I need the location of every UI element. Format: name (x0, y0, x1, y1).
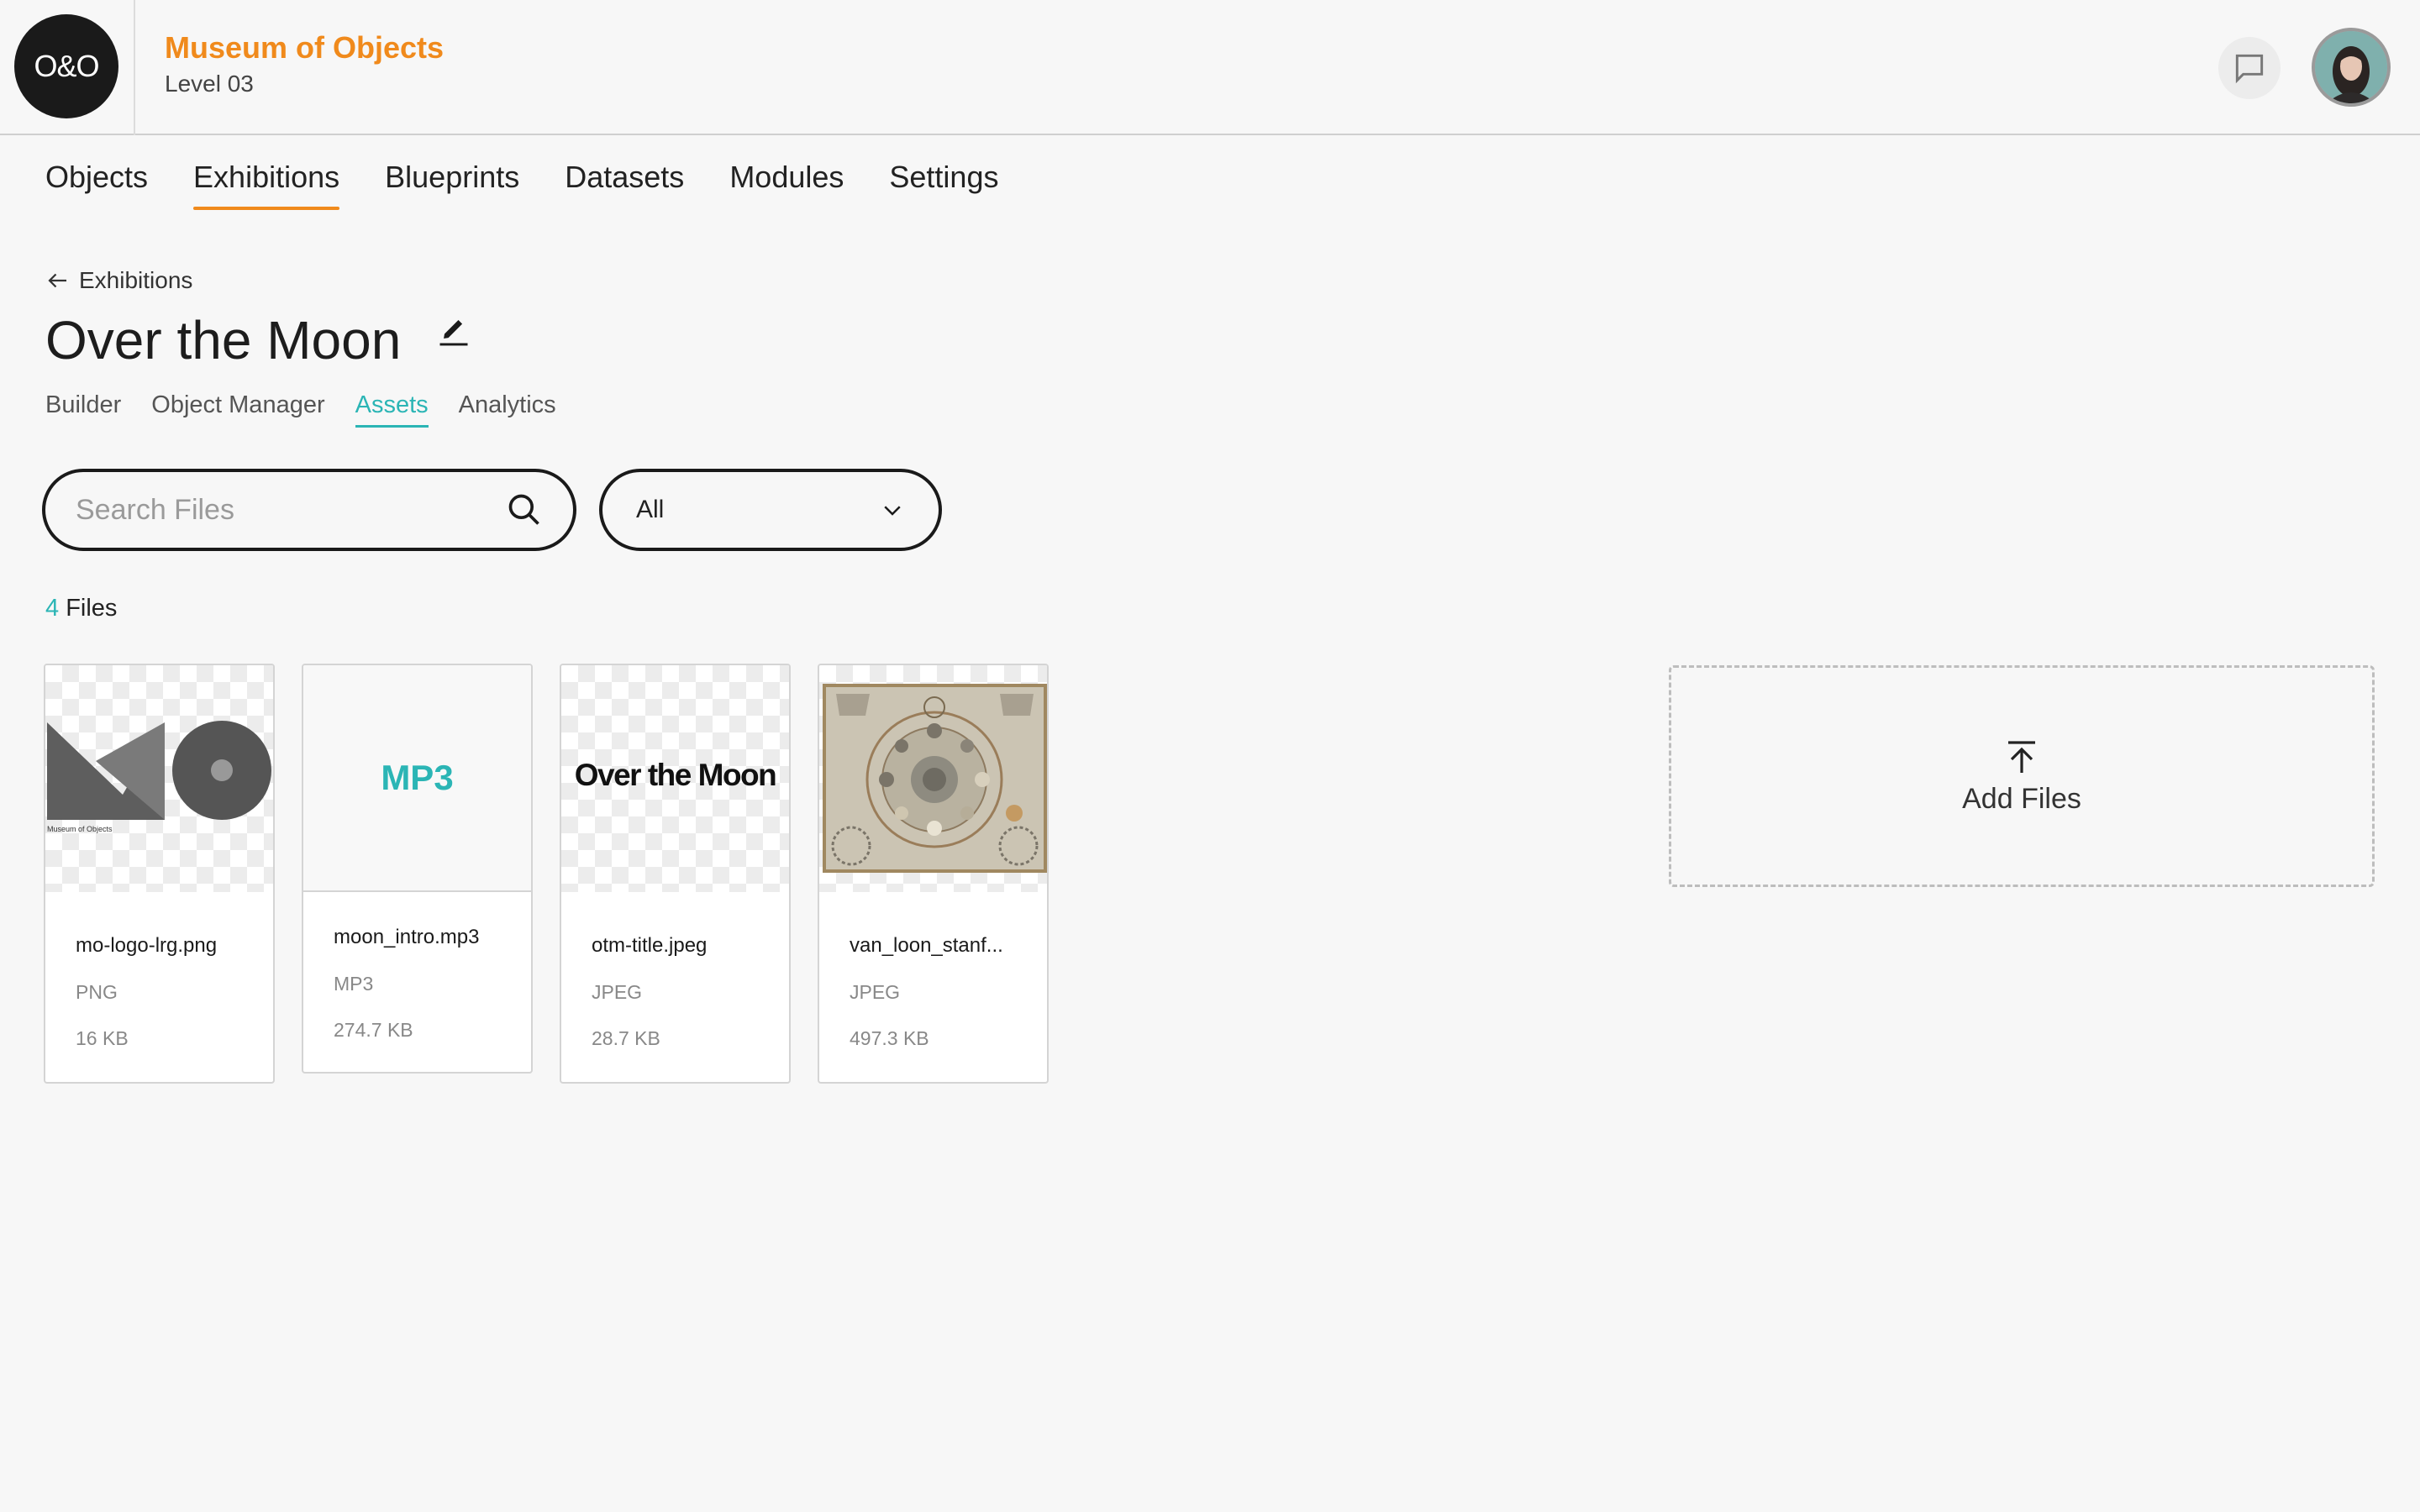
arrow-left-icon (48, 273, 66, 288)
audio-format-label: MP3 (381, 758, 454, 797)
file-meta: otm-title.jpeg JPEG 28.7 KB (561, 934, 789, 1082)
nav-settings[interactable]: Settings (889, 160, 998, 210)
celestial-map-image (823, 684, 1047, 873)
tab-builder[interactable]: Builder (45, 391, 121, 428)
app-header: O&O Museum of Objects Level 03 (0, 0, 2420, 135)
header-divider (134, 0, 135, 135)
nav-blueprints[interactable]: Blueprints (385, 160, 519, 210)
file-card[interactable]: Over the Moon otm-title.jpeg JPEG 28.7 K… (560, 664, 791, 1084)
nav-objects[interactable]: Objects (45, 160, 148, 210)
org-name: Museum of Objects (165, 30, 445, 65)
file-count: 4 Files (45, 595, 117, 622)
search-box (42, 469, 576, 551)
edit-title-button[interactable] (435, 311, 472, 348)
tab-assets[interactable]: Assets (355, 391, 429, 428)
file-type: PNG (76, 981, 118, 1003)
level-label: Level 03 (165, 71, 254, 97)
search-icon[interactable] (506, 491, 543, 528)
logo-text: O&O (34, 49, 99, 83)
exhibition-tabs: Builder Object Manager Assets Analytics (45, 391, 556, 428)
pencil-icon (439, 320, 468, 346)
file-name: otm-title.jpeg (592, 934, 708, 957)
file-card[interactable]: van_loon_stanf... JPEG 497.3 KB (818, 664, 1049, 1084)
file-name: van_loon_stanf... (850, 934, 1003, 957)
file-card[interactable]: Museum of Objects mo-logo-lrg.png PNG 16… (44, 664, 275, 1084)
add-files-dropzone[interactable]: Add Files (1669, 665, 2375, 887)
file-type: JPEG (592, 981, 643, 1003)
user-avatar[interactable] (2312, 28, 2391, 107)
nav-modules[interactable]: Modules (729, 160, 844, 210)
file-type: JPEG (850, 981, 901, 1003)
chat-bubble-icon (2235, 54, 2264, 84)
file-size: 16 KB (76, 1027, 129, 1049)
avatar-image (2315, 31, 2387, 103)
file-type: MP3 (334, 973, 374, 995)
tab-object-manager[interactable]: Object Manager (151, 391, 324, 428)
upload-icon (2008, 740, 2035, 773)
breadcrumb-label: Exhibitions (79, 267, 193, 293)
file-meta: van_loon_stanf... JPEG 497.3 KB (819, 934, 1047, 1082)
file-name: mo-logo-lrg.png (76, 934, 218, 957)
file-count-number: 4 (45, 595, 60, 622)
org-logo[interactable]: O&O (14, 14, 118, 118)
file-size: 274.7 KB (334, 1019, 413, 1041)
search-input[interactable] (76, 493, 506, 527)
filter-selected-value: All (636, 496, 665, 523)
tab-analytics[interactable]: Analytics (459, 391, 556, 428)
page-title: Over the Moon (45, 310, 402, 370)
museum-logo-image (47, 721, 271, 820)
logo-caption: Museum of Objects (47, 825, 113, 833)
file-thumbnail: Museum of Objects (45, 665, 273, 892)
file-size: 497.3 KB (850, 1027, 929, 1049)
file-meta: moon_intro.mp3 MP3 274.7 KB (303, 926, 531, 1072)
breadcrumb[interactable]: Exhibitions (45, 267, 192, 294)
file-name: moon_intro.mp3 (334, 926, 480, 948)
nav-datasets[interactable]: Datasets (565, 160, 684, 210)
file-thumbnail: Over the Moon (561, 665, 789, 892)
file-size: 28.7 KB (592, 1027, 660, 1049)
file-card[interactable]: MP3 moon_intro.mp3 MP3 274.7 KB (302, 664, 533, 1074)
add-files-label: Add Files (1962, 782, 2081, 815)
file-type-filter[interactable]: All (599, 469, 942, 551)
title-image-text: Over the Moon (574, 758, 777, 792)
file-meta: mo-logo-lrg.png PNG 16 KB (45, 934, 273, 1082)
file-thumbnail (819, 665, 1047, 892)
chat-button[interactable] (2218, 37, 2281, 99)
nav-exhibitions[interactable]: Exhibitions (193, 160, 340, 210)
main-nav: Objects Exhibitions Blueprints Datasets … (45, 160, 998, 210)
file-thumbnail: MP3 (303, 665, 531, 892)
file-count-label: Files (66, 595, 118, 622)
chevron-down-icon (884, 506, 901, 516)
